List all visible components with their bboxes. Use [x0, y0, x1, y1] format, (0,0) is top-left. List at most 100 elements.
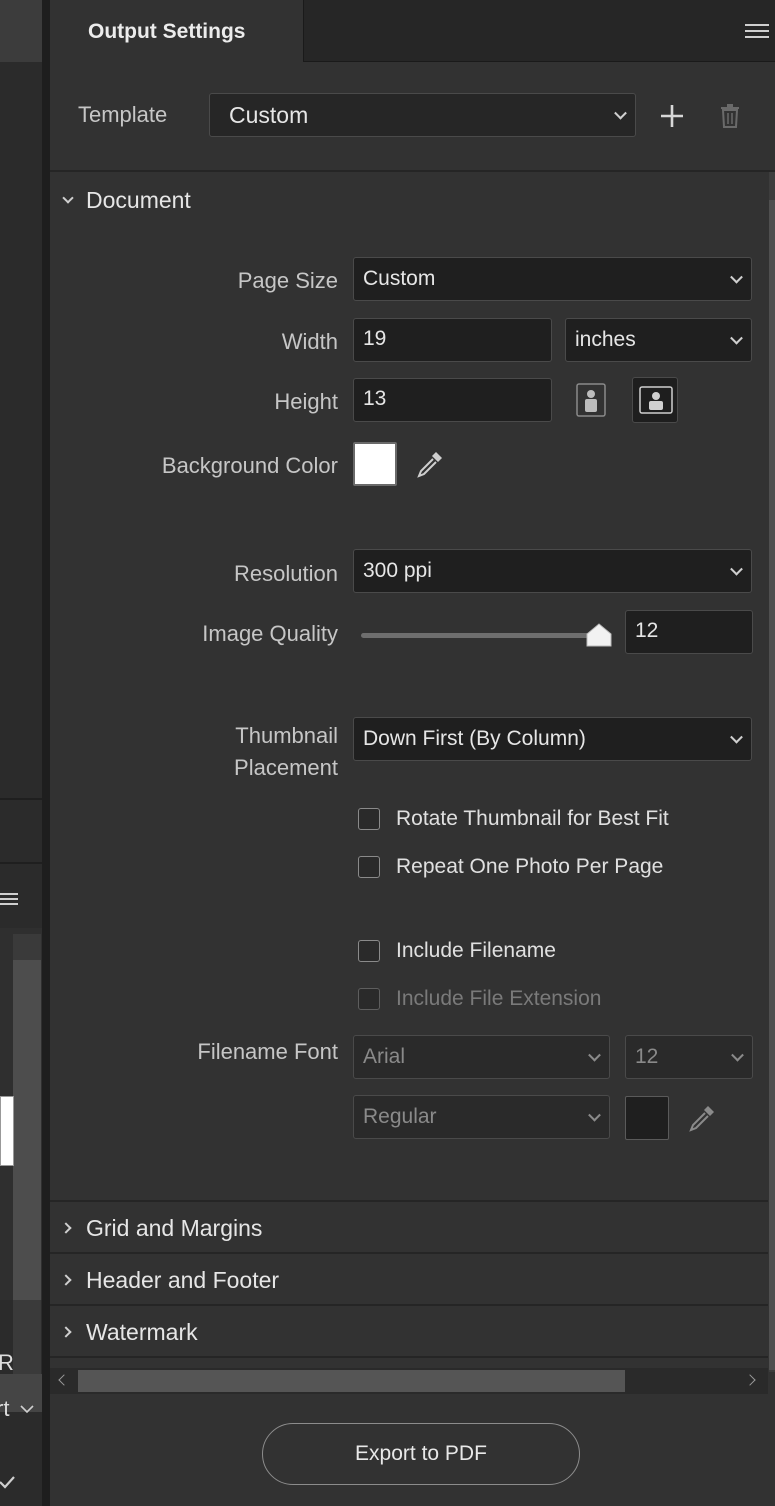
chevron-right-icon — [60, 1274, 72, 1286]
width-input[interactable]: 19 — [353, 318, 552, 362]
scroll-right-arrow-icon[interactable] — [744, 1374, 756, 1386]
thumbnail-placement-select[interactable]: Down First (By Column) — [353, 717, 752, 761]
left-label-r: R — [0, 1350, 14, 1375]
template-row: Template Custom — [50, 62, 775, 172]
left-label-rt: rt — [0, 1396, 10, 1421]
rotate-thumbnail-checkbox[interactable]: Rotate Thumbnail for Best Fit — [358, 807, 669, 831]
tab-output-settings[interactable]: Output Settings — [50, 0, 304, 62]
left-scrollbar-thumb[interactable] — [13, 960, 41, 1300]
hamburger-menu-icon[interactable] — [745, 24, 769, 40]
include-filename-label: Include Filename — [396, 939, 556, 962]
filename-font-style-select[interactable]: Regular — [353, 1095, 610, 1139]
left-thumbnail-image[interactable] — [0, 1096, 14, 1166]
page-size-select[interactable]: Custom — [353, 257, 752, 301]
chevron-right-icon — [60, 1222, 72, 1234]
height-label: Height — [274, 389, 338, 414]
filename-font-color-swatch[interactable] — [625, 1096, 669, 1140]
filename-font-label: Filename Font — [197, 1039, 338, 1064]
chevron-right-icon — [60, 1326, 72, 1338]
image-quality-label: Image Quality — [202, 621, 338, 646]
chevron-down-icon — [731, 1048, 744, 1062]
section-divider — [50, 1200, 768, 1202]
left-divider — [0, 862, 42, 864]
template-select-value: Custom — [229, 101, 309, 128]
checkbox-box[interactable] — [358, 856, 380, 878]
template-label: Template — [78, 102, 168, 127]
section-header-footer-header[interactable]: Header and Footer — [50, 1264, 768, 1296]
export-to-pdf-button[interactable]: Export to PDF — [262, 1423, 580, 1485]
include-filename-checkbox[interactable]: Include Filename — [358, 939, 556, 963]
vertical-scrollbar-thumb[interactable] — [769, 200, 775, 1370]
output-settings-panel: Output Settings Template Custom Document… — [50, 0, 775, 1506]
filename-font-family-value: Arial — [363, 1045, 406, 1068]
resolution-value: 300 ppi — [363, 559, 432, 582]
left-panel: R rt — [0, 0, 42, 1506]
page-size-value: Custom — [363, 267, 436, 290]
horizontal-scrollbar-thumb[interactable] — [78, 1370, 625, 1392]
background-color-swatch[interactable] — [353, 442, 397, 486]
image-quality-input[interactable]: 12 — [625, 610, 753, 654]
width-value: 19 — [363, 327, 387, 350]
chevron-down-icon[interactable] — [18, 1402, 36, 1416]
horizontal-scrollbar[interactable] — [50, 1368, 768, 1394]
thumbnail-placement-label: Thumbnail Placement — [150, 720, 338, 784]
section-divider — [50, 1304, 768, 1306]
repeat-photo-label: Repeat One Photo Per Page — [396, 855, 664, 878]
section-divider — [50, 1252, 768, 1254]
left-panel-header — [0, 0, 42, 62]
left-menu-icon[interactable] — [0, 890, 18, 910]
filename-font-style-value: Regular — [363, 1105, 437, 1128]
section-header-footer-title: Header and Footer — [86, 1266, 280, 1293]
section-document-header[interactable]: Document — [50, 184, 768, 216]
image-quality-slider-handle[interactable] — [585, 622, 613, 648]
section-document-title: Document — [86, 186, 191, 213]
height-input[interactable]: 13 — [353, 378, 552, 422]
thumbnail-placement-value: Down First (By Column) — [363, 727, 586, 750]
page-size-label: Page Size — [237, 268, 338, 293]
section-watermark-header[interactable]: Watermark — [50, 1316, 768, 1348]
thumbnail-placement-label-line1: Thumbnail — [235, 723, 338, 748]
scroll-left-arrow-icon[interactable] — [58, 1374, 70, 1386]
resolution-label: Resolution — [234, 561, 338, 586]
chevron-down-icon — [730, 730, 743, 744]
background-color-label: Background Color — [161, 453, 338, 478]
section-grid-margins-title: Grid and Margins — [86, 1214, 263, 1241]
left-scrollbar[interactable] — [13, 934, 41, 1374]
resolution-select[interactable]: 300 ppi — [353, 549, 752, 593]
landscape-orientation-button[interactable] — [632, 377, 678, 423]
section-grid-margins-header[interactable]: Grid and Margins — [50, 1212, 768, 1244]
rotate-thumbnail-label: Rotate Thumbnail for Best Fit — [396, 807, 669, 830]
filename-font-size-select[interactable]: 12 — [625, 1035, 753, 1079]
image-quality-slider-track[interactable] — [361, 633, 599, 638]
chevron-down-icon — [588, 1048, 601, 1062]
panel-tab-bar: Output Settings — [50, 0, 775, 62]
width-unit-value: inches — [575, 328, 636, 351]
height-value: 13 — [363, 387, 387, 410]
section-divider — [50, 1356, 768, 1358]
template-select[interactable]: Custom — [209, 93, 636, 137]
checkbox-box[interactable] — [358, 808, 380, 830]
checkbox-box[interactable] — [358, 940, 380, 962]
chevron-down-icon — [62, 192, 74, 204]
app-window: R rt Output Settings Template Custom — [0, 0, 775, 1506]
vertical-scrollbar[interactable] — [769, 172, 775, 1372]
width-label: Width — [281, 329, 338, 354]
filename-font-size-value: 12 — [635, 1045, 659, 1068]
chevron-down-icon — [588, 1108, 601, 1122]
checkbox-box[interactable] — [358, 988, 380, 1010]
repeat-photo-checkbox[interactable]: Repeat One Photo Per Page — [358, 855, 663, 879]
eyedropper-icon[interactable] — [686, 1102, 718, 1134]
chevron-down-icon — [614, 106, 627, 120]
width-unit-select[interactable]: inches — [565, 318, 752, 362]
panel-splitter[interactable] — [42, 0, 50, 1506]
filename-font-family-select[interactable]: Arial — [353, 1035, 610, 1079]
include-extension-checkbox[interactable]: Include File Extension — [358, 987, 601, 1011]
landscape-orientation-icon — [639, 386, 673, 414]
trash-icon[interactable] — [718, 102, 742, 130]
eyedropper-icon[interactable] — [414, 448, 446, 480]
section-watermark-title: Watermark — [86, 1318, 198, 1345]
portrait-orientation-icon[interactable] — [576, 383, 606, 417]
plus-icon[interactable] — [658, 102, 686, 130]
image-quality-value: 12 — [635, 619, 659, 642]
chevron-down-icon — [730, 331, 743, 345]
